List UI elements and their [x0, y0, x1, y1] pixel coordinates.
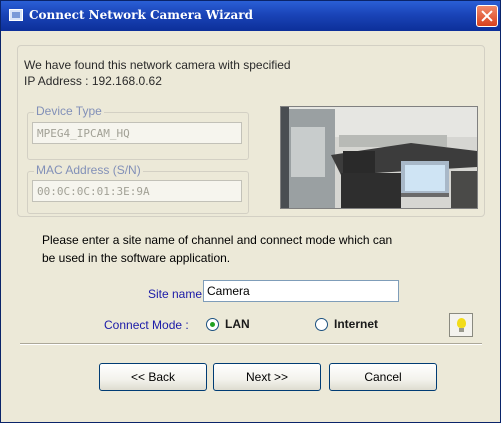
- found-message: We have found this network camera with s…: [24, 58, 291, 72]
- back-button[interactable]: << Back: [99, 363, 207, 391]
- lan-radio[interactable]: [206, 318, 219, 331]
- mac-address-label: MAC Address (S/N): [34, 163, 143, 177]
- window-title: Connect Network Camera Wizard: [29, 8, 254, 22]
- device-type-label: Device Type: [34, 104, 104, 118]
- cancel-button[interactable]: Cancel: [329, 363, 437, 391]
- close-icon[interactable]: [476, 5, 498, 27]
- divider: [20, 343, 482, 345]
- lan-radio-label[interactable]: LAN: [225, 317, 250, 331]
- app-icon: [9, 9, 23, 21]
- title-bar: Connect Network Camera Wizard: [1, 1, 500, 31]
- device-type-field: MPEG4_IPCAM_HQ: [32, 122, 242, 144]
- instruction-line-1: Please enter a site name of channel and …: [42, 233, 393, 247]
- mac-address-field: 00:0C:0C:01:3E:9A: [32, 180, 242, 202]
- next-button[interactable]: Next >>: [213, 363, 321, 391]
- camera-preview-scene: [281, 107, 477, 208]
- site-name-label: Site name :: [148, 287, 209, 301]
- connect-mode-label: Connect Mode :: [104, 318, 189, 332]
- internet-radio-label[interactable]: Internet: [334, 317, 378, 331]
- camera-preview-image: [280, 106, 478, 209]
- lightbulb-icon[interactable]: [449, 313, 473, 337]
- site-name-input[interactable]: [203, 280, 399, 302]
- internet-radio[interactable]: [315, 318, 328, 331]
- instruction-line-2: be used in the software application.: [42, 251, 231, 265]
- ip-address-text: IP Address : 192.168.0.62: [24, 74, 162, 88]
